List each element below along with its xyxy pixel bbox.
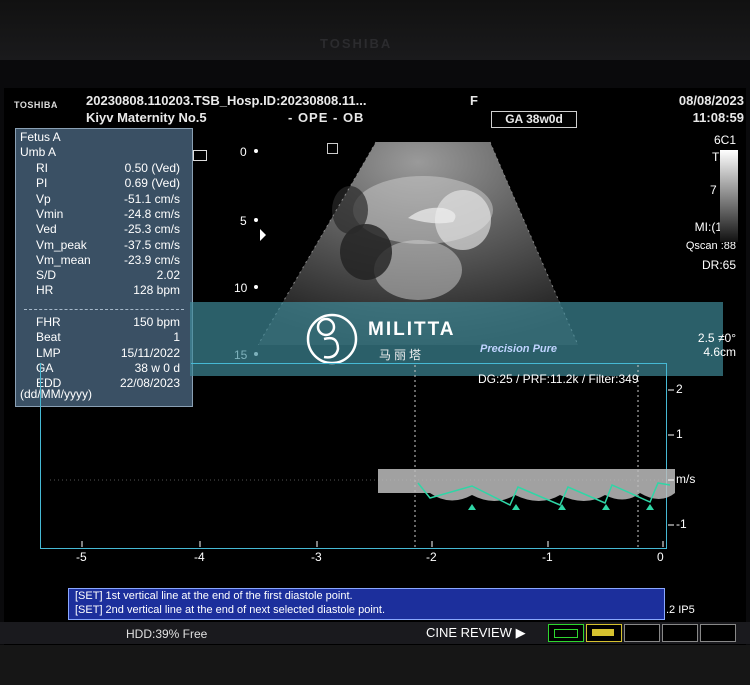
set-line-2: [SET] 2nd vertical line at the end of ne… xyxy=(75,604,386,616)
brand-logo: TOSHIBA xyxy=(14,100,58,110)
measurement-value: 15/11/2022 xyxy=(120,345,180,360)
measurement-value: 0.69 (Ved) xyxy=(124,176,180,191)
x-tick-label: -4 xyxy=(194,550,205,564)
measurement-value: -23.9 cm/s xyxy=(123,252,180,267)
x-tick-label: -1 xyxy=(542,550,553,564)
y-tick-label: 1 xyxy=(676,427,683,441)
depth-mark-0: 0 xyxy=(240,145,247,159)
cine-slot-3[interactable] xyxy=(624,624,660,642)
cine-slot-4[interactable] xyxy=(662,624,698,642)
exam-time: 11:08:59 xyxy=(692,110,744,125)
spectral-envelope xyxy=(378,469,675,501)
doppler-spectrum xyxy=(50,365,675,550)
probe-orientation-icon xyxy=(327,143,338,154)
measurement-row: Vm_mean -23.9 cm/s xyxy=(20,253,188,268)
measurement-value: -25.3 cm/s xyxy=(123,222,180,237)
measurement-label: S/D xyxy=(36,268,57,283)
measurement-label: PI xyxy=(36,176,48,191)
depth-mark-5: 5 xyxy=(240,214,247,228)
cine-slot-2[interactable] xyxy=(586,624,622,642)
monitor-bezel-top xyxy=(0,0,750,60)
measurement-row: HR 128 bpm xyxy=(20,283,188,298)
ga-badge: GA 38w0d xyxy=(491,111,577,128)
measurement-label: FHR xyxy=(36,315,61,329)
panel-title-fetus: Fetus A xyxy=(20,130,61,144)
patient-id-text: 20230808.110203.TSB_Hosp.ID:20230808.11.… xyxy=(86,93,367,108)
measurement-label: Vm_mean xyxy=(36,252,91,267)
cine-slot-1[interactable] xyxy=(548,624,584,642)
measurement-row: Vmin -24.8 cm/s xyxy=(20,207,188,222)
set-line-1: [SET] 1st vertical line at the end of th… xyxy=(75,590,353,602)
measurement-value: -51.1 cm/s xyxy=(123,191,180,206)
measurement-value: -24.8 cm/s xyxy=(123,206,180,221)
measurement-row: Vp -51.1 cm/s xyxy=(20,192,188,207)
measurement-label: HR xyxy=(36,283,54,298)
x-tick-label: -3 xyxy=(311,550,322,564)
y-tick-label: m/s xyxy=(676,472,696,486)
hospital-name: Kiyv Maternity No.5 xyxy=(86,110,207,125)
depth-mark-10: 10 xyxy=(234,281,248,295)
measurement-label: Ved xyxy=(36,222,57,237)
steer-angle: 2.5 ≠0° xyxy=(697,331,736,345)
measurement-label: Vmin xyxy=(36,206,64,221)
x-tick-label: -5 xyxy=(76,550,87,564)
measurement-label: LMP xyxy=(36,345,61,360)
cine-slot-5[interactable] xyxy=(700,624,736,642)
measurement-label: Vp xyxy=(36,191,51,206)
measurement-row: FHR 150 bpm xyxy=(20,315,188,330)
measurement-value: 2.02 xyxy=(156,268,180,283)
measurement-value: 128 bpm xyxy=(133,283,180,298)
panel-title-vessel: Umb A xyxy=(20,145,57,159)
measurement-label: RI xyxy=(36,161,48,175)
precision-pure-label: Precision Pure xyxy=(480,343,558,355)
measurement-label: Beat xyxy=(36,330,61,345)
ip-preset-label: .2 IP5 xyxy=(666,604,695,616)
measurement-row: LMP 15/11/2022 xyxy=(20,346,188,361)
measurement-row: RI 0.50 (Ved) xyxy=(20,161,188,176)
measurement-row: Vm_peak -37.5 cm/s xyxy=(20,238,188,253)
exam-mode: - OPE - OB xyxy=(288,110,365,125)
image-depth: 4.6cm xyxy=(703,345,736,359)
patient-sex: F xyxy=(470,93,478,108)
exam-date: 08/08/2023 xyxy=(678,93,744,108)
watermark-chinese-name: 马丽塔 xyxy=(379,348,425,362)
measurement-row: PI 0.69 (Ved) xyxy=(20,176,188,191)
monitor-bezel-bottom xyxy=(0,645,750,685)
probe-type: 6C1 xyxy=(713,133,736,147)
dynamic-range: DR:65 xyxy=(701,258,736,272)
measurement-value: -37.5 cm/s xyxy=(123,237,180,252)
measurement-label: Vm_peak xyxy=(36,237,87,252)
measurement-value: 0.50 (Ved) xyxy=(124,161,180,175)
diastole-markers xyxy=(468,504,654,510)
cine-review-button[interactable]: CINE REVIEW ▶ xyxy=(426,625,526,641)
measurement-row: Beat 1 xyxy=(20,330,188,345)
measurement-value: 150 bpm xyxy=(133,315,180,329)
watermark-logo-icon xyxy=(306,313,358,365)
measurement-row: S/D 2.02 xyxy=(20,268,188,283)
panel-divider xyxy=(24,309,184,310)
set-message-box: [SET] 1st vertical line at the end of th… xyxy=(68,588,665,620)
measurement-value: 1 xyxy=(173,330,180,345)
grayscale-bar xyxy=(720,150,738,242)
panel-marker-box xyxy=(193,150,207,161)
hdd-free-status: HDD:39% Free xyxy=(126,627,208,641)
x-tick-label: 0 xyxy=(657,550,664,564)
x-tick-label: -2 xyxy=(426,550,437,564)
bezel-brand-label: TOSHIBA xyxy=(320,36,393,51)
measurement-row: Ved -25.3 cm/s xyxy=(20,222,188,237)
y-tick-label: -1 xyxy=(676,517,687,531)
y-tick-label: 2 xyxy=(676,382,683,396)
watermark-name: MILITTA xyxy=(368,319,456,340)
